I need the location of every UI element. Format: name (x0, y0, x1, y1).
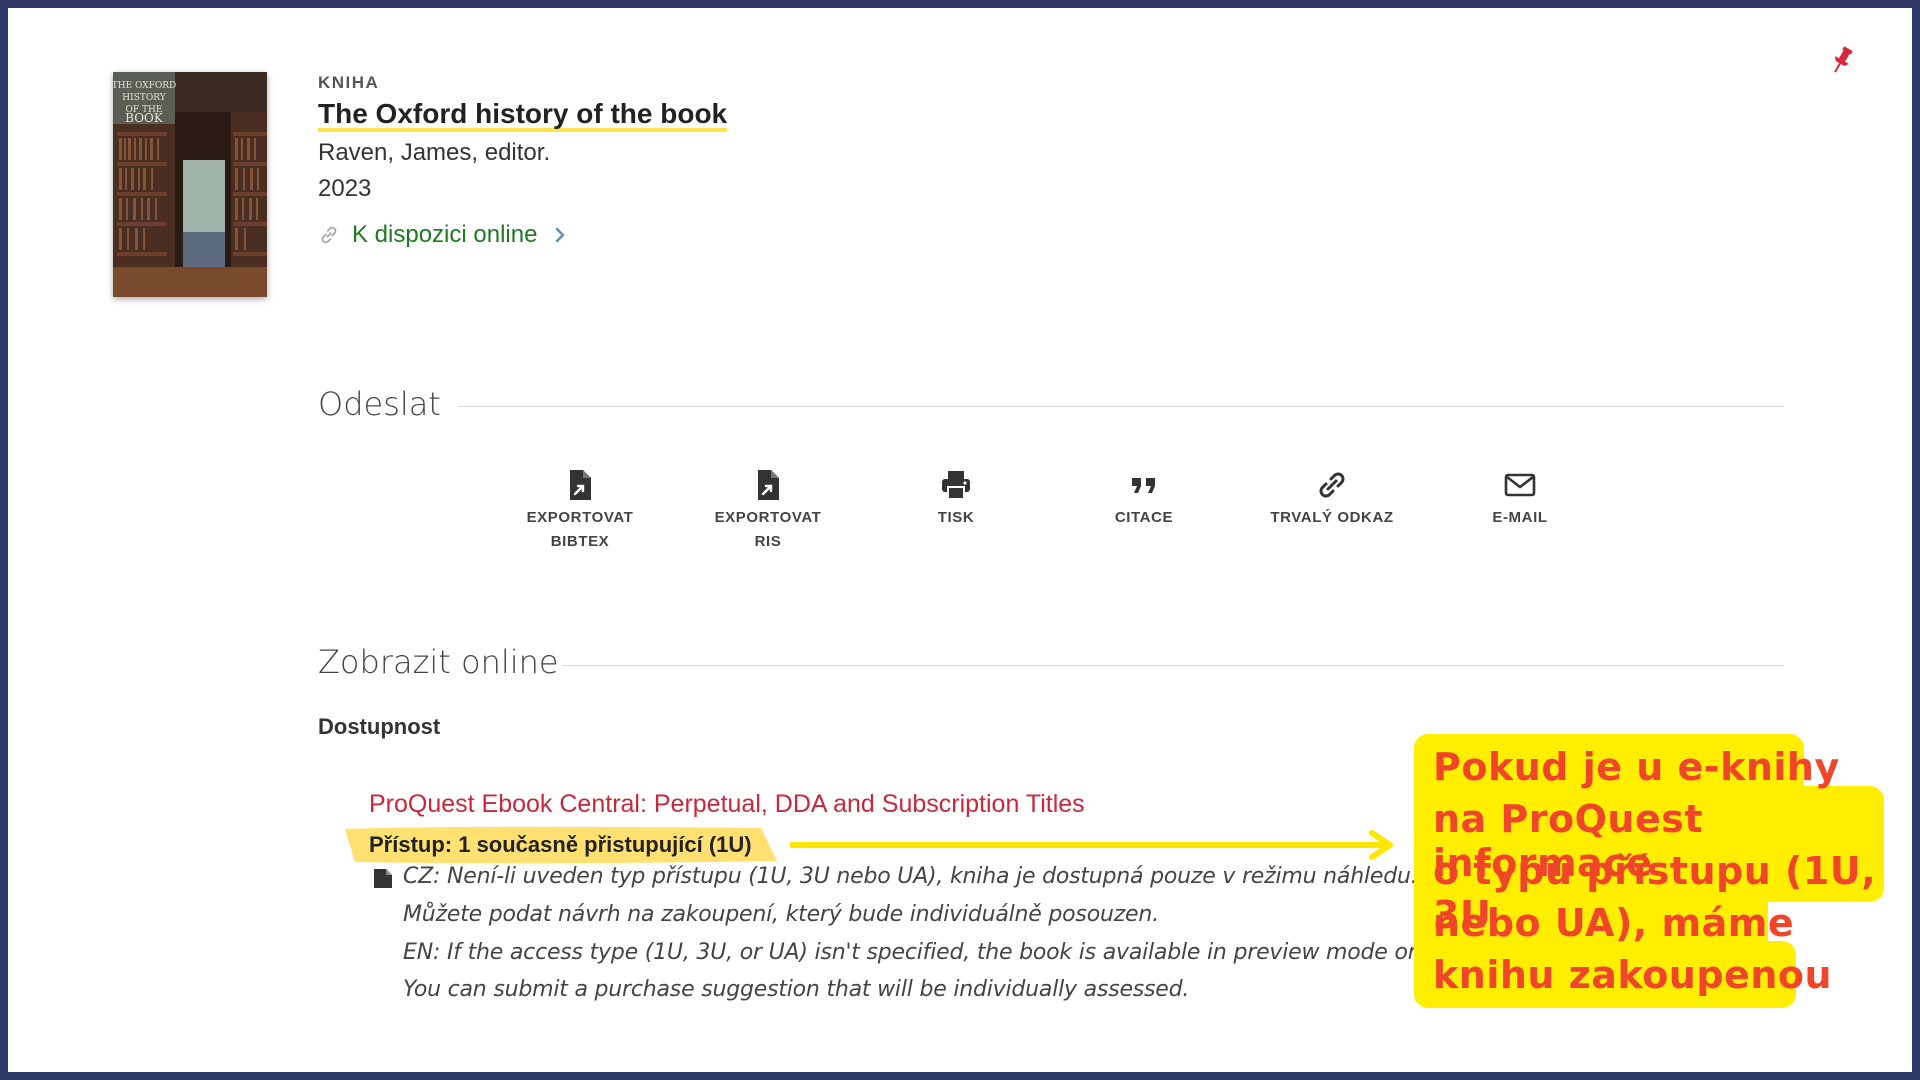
callout-line-1: Pokud je u e-knihy (1433, 745, 1840, 789)
callout-line-5: knihu zakoupenou (1433, 953, 1833, 997)
callout-line-4: nebo UA), máme (1433, 901, 1795, 945)
